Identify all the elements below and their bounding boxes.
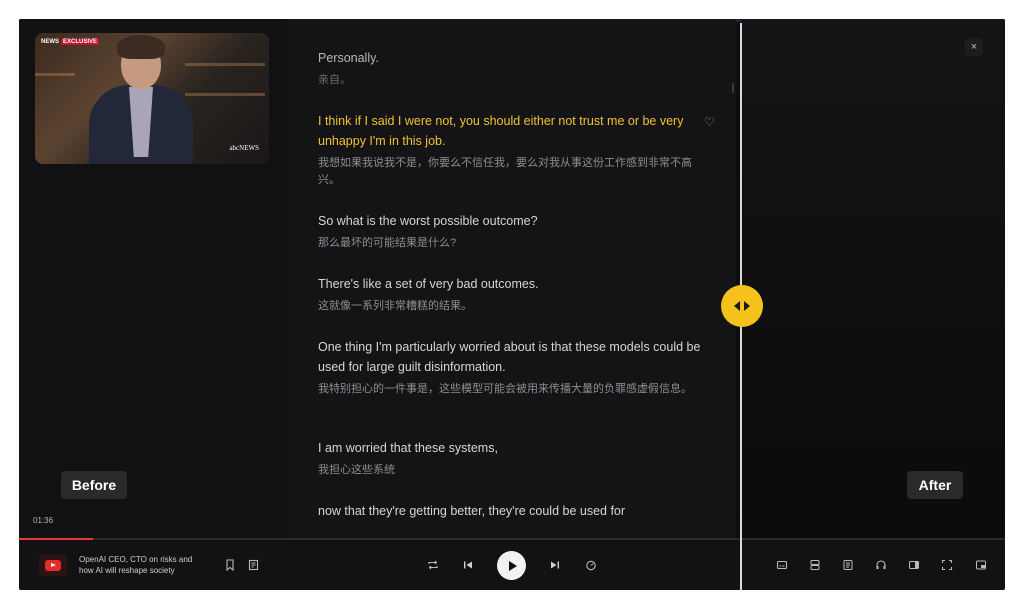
- transcript-pane[interactable]: Personally. 亲自。 I think if I said I were…: [287, 19, 736, 539]
- scrollbar[interactable]: [732, 83, 734, 93]
- transcript-english: So what is the worst possible outcome?: [318, 214, 538, 228]
- transcript-item[interactable]: One thing I'm particularly worried about…: [318, 337, 708, 398]
- transcript-english: now that they're getting better, they're…: [318, 504, 626, 518]
- headphones-icon[interactable]: [874, 559, 888, 573]
- transcript-item-active[interactable]: I think if I said I were not, you should…: [318, 111, 693, 189]
- previous-icon[interactable]: [461, 559, 475, 573]
- transcript-english: Personally.: [318, 51, 379, 65]
- speed-icon[interactable]: [584, 559, 598, 573]
- transcript-english: One thing I'm particularly worried about…: [318, 340, 701, 374]
- transcript-chinese: 那么最坏的可能结果是什么?: [318, 237, 457, 249]
- heart-icon[interactable]: ♡: [704, 115, 715, 129]
- dual-subtitle-icon[interactable]: [808, 559, 822, 573]
- youtube-logo: [45, 559, 61, 571]
- transcript-english: I think if I said I were not, you should…: [318, 114, 684, 148]
- progress-fill: [19, 538, 93, 540]
- transcript-item[interactable]: So what is the worst possible outcome? 那…: [318, 211, 708, 252]
- transcript-chinese: 我想如果我说我不是，你要么不信任我，要么对我从事这份工作感到非常不高兴。: [318, 157, 692, 186]
- video-pane: NEWS EXCLUSIVE abcNEWS Before 01:36: [19, 19, 287, 539]
- after-label: After: [907, 471, 963, 499]
- fullscreen-icon[interactable]: [940, 559, 954, 573]
- transcript-english: I am worried that these systems,: [318, 441, 498, 455]
- network-badge: NEWS EXCLUSIVE: [41, 39, 100, 45]
- transcript-chinese: 我特别担心的一件事是，这些模型可能会被用来传播大量的负罪感虚假信息。: [318, 383, 692, 395]
- close-icon[interactable]: ×: [965, 38, 983, 56]
- transcript-chinese: 我担心这些系统: [318, 464, 395, 476]
- transcript-chinese: 亲自。: [318, 74, 351, 86]
- network-bug: abcNEWS: [229, 144, 259, 152]
- transcript-english: There's like a set of very bad outcomes.: [318, 277, 539, 291]
- picture-in-picture-icon[interactable]: [974, 559, 988, 573]
- person-hair: [117, 35, 165, 59]
- sidebar-toggle-icon[interactable]: [907, 559, 921, 573]
- before-label: Before: [61, 471, 127, 499]
- video-player[interactable]: NEWS EXCLUSIVE abcNEWS: [35, 33, 269, 164]
- badge-exclusive: EXCLUSIVE: [61, 39, 100, 45]
- timecode: 01:36: [33, 516, 54, 525]
- progress-track[interactable]: [19, 538, 1005, 540]
- bookmark-add-icon[interactable]: [223, 559, 237, 573]
- subtitles-icon[interactable]: [775, 559, 789, 573]
- transcript-icon[interactable]: [841, 559, 855, 573]
- bookshelf-decor: [185, 93, 265, 96]
- badge-network: NEWS: [41, 39, 59, 45]
- repeat-icon[interactable]: [426, 559, 440, 573]
- video-title: OpenAI CEO, CTO on risks and how AI will…: [79, 555, 193, 575]
- playlist-icon[interactable]: [247, 559, 261, 573]
- play-button[interactable]: [497, 551, 526, 580]
- transcript-item[interactable]: There's like a set of very bad outcomes.…: [318, 274, 708, 315]
- transcript-chinese: 这就像一系列非常糟糕的结果。: [318, 300, 472, 312]
- transcript-item[interactable]: I am worried that these systems, 我担心这些系统: [318, 438, 708, 479]
- split-arrows-icon[interactable]: [721, 285, 763, 327]
- after-pane: [741, 19, 1005, 539]
- transcript-item[interactable]: now that they're getting better, they're…: [318, 501, 708, 521]
- bookshelf-decor: [185, 63, 265, 66]
- next-icon[interactable]: [548, 559, 562, 573]
- app-window: NEWS EXCLUSIVE abcNEWS Before 01:36 Perso…: [19, 19, 1005, 590]
- bookshelf-decor: [35, 73, 75, 76]
- youtube-icon[interactable]: [39, 554, 67, 576]
- transcript-item[interactable]: Personally. 亲自。: [318, 48, 708, 89]
